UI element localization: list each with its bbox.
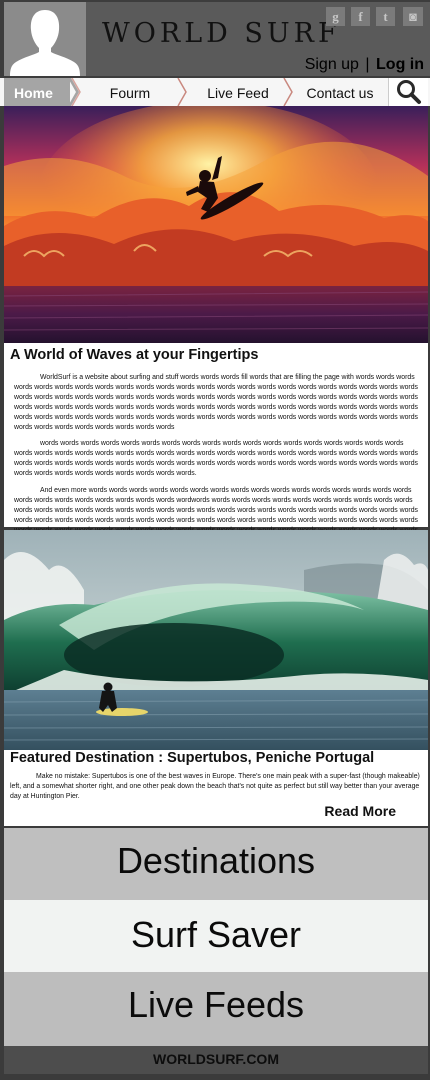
intro-heading: A World of Waves at your Fingertips: [10, 347, 259, 363]
twitter-icon[interactable]: t: [376, 7, 395, 26]
site-logo-text[interactable]: WORLD SURF: [102, 18, 341, 49]
nav-home[interactable]: Home: [4, 78, 70, 106]
featured-heading: Featured Destination : Supertubos, Penic…: [10, 750, 375, 766]
search-button[interactable]: [388, 78, 428, 106]
featured-paragraph: Make no mistake: Supertubos is one of th…: [10, 773, 420, 800]
hero-image-barrel-wave: [4, 530, 428, 750]
live-feeds-button[interactable]: Live Feeds: [4, 972, 428, 1046]
google-plus-icon[interactable]: g: [326, 7, 345, 26]
nav-separator-arrow: [283, 78, 293, 106]
signup-link[interactable]: Sign up: [305, 56, 359, 73]
main-nav: Home Fourm Live Feed Contact us: [0, 78, 430, 106]
nav-separator-arrow: [68, 78, 81, 106]
auth-links: Sign up | Log in: [305, 56, 424, 74]
surf-saver-button[interactable]: Surf Saver: [4, 900, 428, 972]
auth-separator: |: [365, 56, 370, 73]
nav-forum[interactable]: Fourm: [82, 78, 178, 106]
instagram-icon[interactable]: ◙: [403, 7, 423, 26]
site-header: WORLD SURF g f t ◙ Sign up | Log in: [0, 0, 430, 78]
intro-paragraph-2: words words words words words words word…: [14, 440, 418, 478]
header-banner: WORLD SURF g f t ◙ Sign up | Log in: [86, 2, 430, 76]
hero-image-sunset-surfer: [4, 106, 428, 343]
nav-contact[interactable]: Contact us: [296, 78, 384, 106]
intro-section: A World of Waves at your Fingertips Worl…: [4, 343, 428, 544]
nav-separator-arrow: [177, 78, 187, 106]
nav-live-feed[interactable]: Live Feed: [190, 78, 286, 106]
avatar[interactable]: [4, 2, 86, 76]
login-link[interactable]: Log in: [376, 56, 424, 73]
user-silhouette-icon: [4, 2, 86, 76]
site-footer: WORLDSURF.COM: [4, 1046, 428, 1074]
intro-paragraph-1: WorldSurf is a website about surfing and…: [14, 374, 418, 431]
sunset-surf-photo: [4, 106, 428, 343]
facebook-icon[interactable]: f: [351, 7, 370, 26]
destinations-button[interactable]: Destinations: [4, 828, 428, 900]
read-more-link[interactable]: Read More: [324, 803, 396, 819]
featured-destination-section: Featured Destination : Supertubos, Penic…: [4, 750, 428, 826]
search-icon: [397, 80, 421, 104]
barrel-wave-photo: [4, 530, 428, 750]
